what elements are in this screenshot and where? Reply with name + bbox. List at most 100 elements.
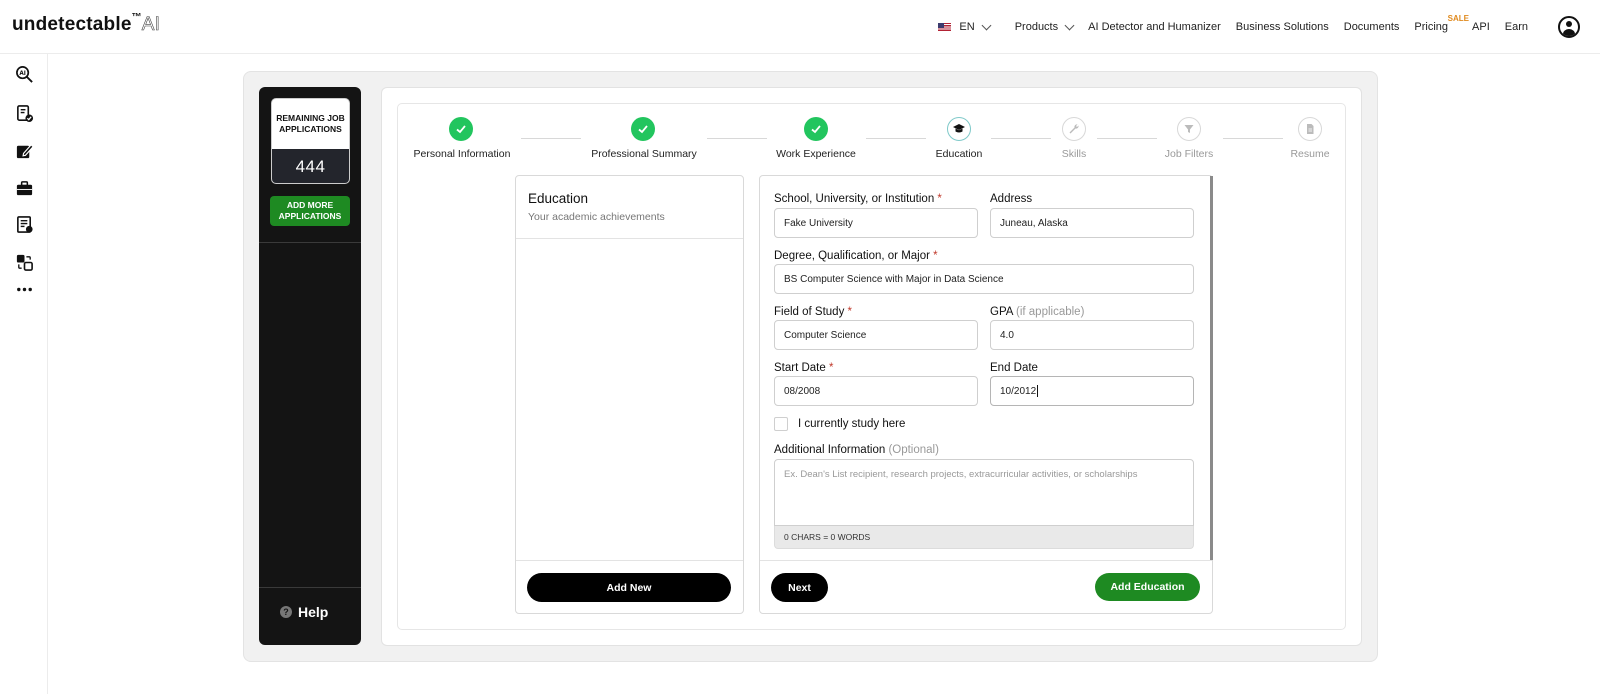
step-education[interactable] xyxy=(947,117,971,141)
step-label[interactable]: Professional Summary xyxy=(591,148,697,160)
gpa-label-text: GPA xyxy=(990,306,1013,318)
character-counter: 0 CHARS = 0 WORDS xyxy=(774,526,1194,549)
graduation-cap-icon xyxy=(953,124,965,133)
step-resume[interactable] xyxy=(1298,117,1322,141)
panel-subtitle: Your academic achievements xyxy=(528,211,665,223)
nav-products-label: Products xyxy=(1014,21,1059,33)
currently-study-checkbox[interactable] xyxy=(774,417,788,431)
field-of-study-label: Field of Study * xyxy=(774,306,852,318)
additional-info-label: Additional Information (Optional) xyxy=(774,444,939,456)
step-label[interactable]: Resume xyxy=(1290,148,1329,160)
step-label[interactable]: Work Experience xyxy=(776,148,856,160)
additional-label-text: Additional Information xyxy=(774,444,886,456)
step-label[interactable]: Job Filters xyxy=(1165,148,1213,160)
degree-input[interactable]: BS Computer Science with Major in Data S… xyxy=(774,264,1194,294)
additional-hint: (Optional) xyxy=(888,444,939,456)
end-input-value: 10/2012 xyxy=(1000,385,1037,397)
nav-detector-label: AI Detector and Humanizer xyxy=(1088,21,1221,33)
document-icon xyxy=(1307,124,1314,134)
start-date-label: Start Date * xyxy=(774,362,833,374)
step-connector xyxy=(991,138,1051,139)
id-card-icon[interactable] xyxy=(14,214,34,234)
divider xyxy=(259,242,361,243)
left-tool-rail: AI xyxy=(0,54,48,694)
panel-title: Education xyxy=(528,191,589,206)
remaining-label: REMAINING JOB APPLICATIONS xyxy=(276,112,345,135)
start-date-input[interactable]: 08/2008 xyxy=(774,376,978,406)
chevron-down-icon xyxy=(1064,20,1075,30)
step-label[interactable]: Skills xyxy=(1062,148,1087,160)
step-personal-info[interactable] xyxy=(449,117,473,141)
brand-tm: ™ xyxy=(131,12,142,23)
wrench-icon xyxy=(1069,124,1079,134)
briefcase-icon[interactable] xyxy=(14,178,34,198)
divider xyxy=(516,238,743,239)
additional-info-textarea[interactable]: Ex. Dean's List recipient, research proj… xyxy=(774,459,1194,526)
language-selector[interactable]: EN xyxy=(938,20,992,33)
nav-detector[interactable]: AI Detector and Humanizer xyxy=(1088,21,1221,33)
nav-pricing[interactable]: Pricing SALE xyxy=(1414,14,1469,33)
nav-api-label: API xyxy=(1472,21,1490,33)
step-connector xyxy=(521,138,581,139)
nav-business[interactable]: Business Solutions xyxy=(1236,21,1329,33)
check-icon xyxy=(456,125,466,134)
step-work-experience[interactable] xyxy=(804,117,828,141)
end-date-input[interactable]: 10/2012 xyxy=(990,376,1194,406)
remaining-count: 444 xyxy=(272,149,349,183)
nav-documents-label: Documents xyxy=(1343,21,1400,33)
nav-earn-label: Earn xyxy=(1504,21,1528,33)
add-education-button[interactable]: Add Education xyxy=(1095,573,1200,601)
remaining-applications-card: REMAINING JOB APPLICATIONS 444 xyxy=(271,98,350,184)
user-account-icon[interactable] xyxy=(1558,16,1580,38)
add-more-applications-button[interactable]: ADD MORE APPLICATIONS xyxy=(270,196,350,226)
step-job-filters[interactable] xyxy=(1177,117,1201,141)
field-of-study-input[interactable]: Computer Science xyxy=(774,320,978,350)
brand-ai: AI xyxy=(141,14,161,36)
gpa-label: GPA (if applicable) xyxy=(990,306,1084,318)
language-label: EN xyxy=(959,21,975,33)
school-input-value: Fake University xyxy=(784,217,853,229)
field-input-value: Computer Science xyxy=(784,329,867,341)
divider xyxy=(760,560,1212,561)
translate-icon[interactable] xyxy=(14,252,34,272)
ai-search-icon[interactable]: AI xyxy=(14,64,34,84)
end-date-label: End Date xyxy=(990,362,1038,374)
gpa-input-value: 4.0 xyxy=(1000,329,1014,341)
help-link[interactable]: ? Help xyxy=(280,604,328,620)
brand-name: undetectable xyxy=(12,14,132,35)
nav-api[interactable]: API xyxy=(1472,21,1490,33)
check-icon xyxy=(811,125,821,134)
scrollbar[interactable] xyxy=(1210,176,1213,560)
nav-products[interactable]: Products xyxy=(1014,20,1075,33)
step-skills[interactable] xyxy=(1062,117,1086,141)
gpa-input[interactable]: 4.0 xyxy=(990,320,1194,350)
step-professional-summary[interactable] xyxy=(631,117,655,141)
step-connector xyxy=(707,138,767,139)
divider xyxy=(259,587,361,588)
step-label[interactable]: Personal Information xyxy=(414,148,511,160)
help-label: Help xyxy=(298,604,329,620)
more-icon[interactable] xyxy=(14,279,34,299)
us-flag-icon xyxy=(938,22,952,32)
address-input[interactable]: Juneau, Alaska xyxy=(990,208,1194,238)
next-button[interactable]: Next xyxy=(771,573,828,602)
text-caret xyxy=(1037,385,1039,397)
brand-logo[interactable]: undetectable™AI xyxy=(12,12,161,36)
document-check-icon[interactable] xyxy=(14,103,34,123)
nav-business-label: Business Solutions xyxy=(1235,21,1329,33)
nav-documents[interactable]: Documents xyxy=(1344,21,1400,33)
check-icon xyxy=(638,125,648,134)
step-label[interactable]: Education xyxy=(936,148,983,160)
degree-label: Degree, Qualification, or Major * xyxy=(774,250,938,262)
add-new-button[interactable]: Add New xyxy=(527,573,731,602)
required-mark: * xyxy=(937,193,942,205)
currently-study-label[interactable]: I currently study here xyxy=(798,418,905,430)
edit-icon[interactable] xyxy=(14,141,34,161)
start-input-value: 08/2008 xyxy=(784,385,821,397)
help-icon: ? xyxy=(280,606,292,618)
school-input[interactable]: Fake University xyxy=(774,208,978,238)
divider xyxy=(516,560,743,561)
nav-earn[interactable]: Earn xyxy=(1505,21,1528,33)
step-connector xyxy=(1223,138,1283,139)
nav-pricing-label: Pricing xyxy=(1414,21,1449,33)
